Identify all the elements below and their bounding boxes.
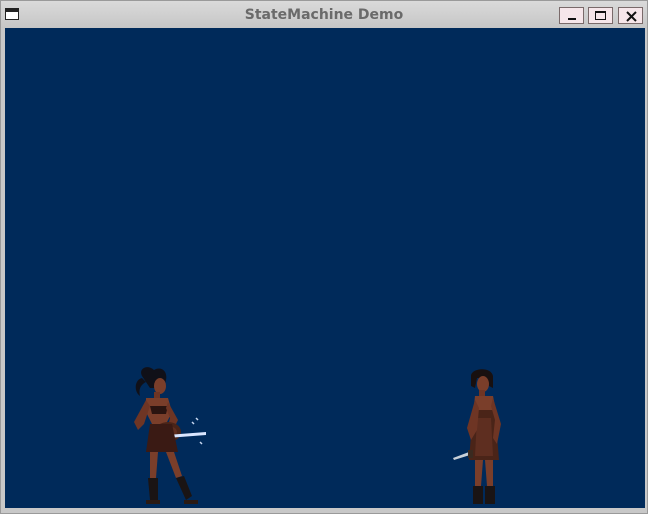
title-bar[interactable]: StateMachine Demo [1,1,647,28]
minimize-button[interactable] [559,7,584,24]
enemy-warrior-sprite [453,369,501,504]
app-window: StateMachine Demo [0,0,648,514]
window-title: StateMachine Demo [244,7,404,23]
close-button[interactable] [618,7,643,24]
game-canvas[interactable] [5,28,645,508]
close-icon [626,11,637,22]
player-warrior-sprite [134,367,206,504]
maximize-button[interactable] [588,7,613,24]
